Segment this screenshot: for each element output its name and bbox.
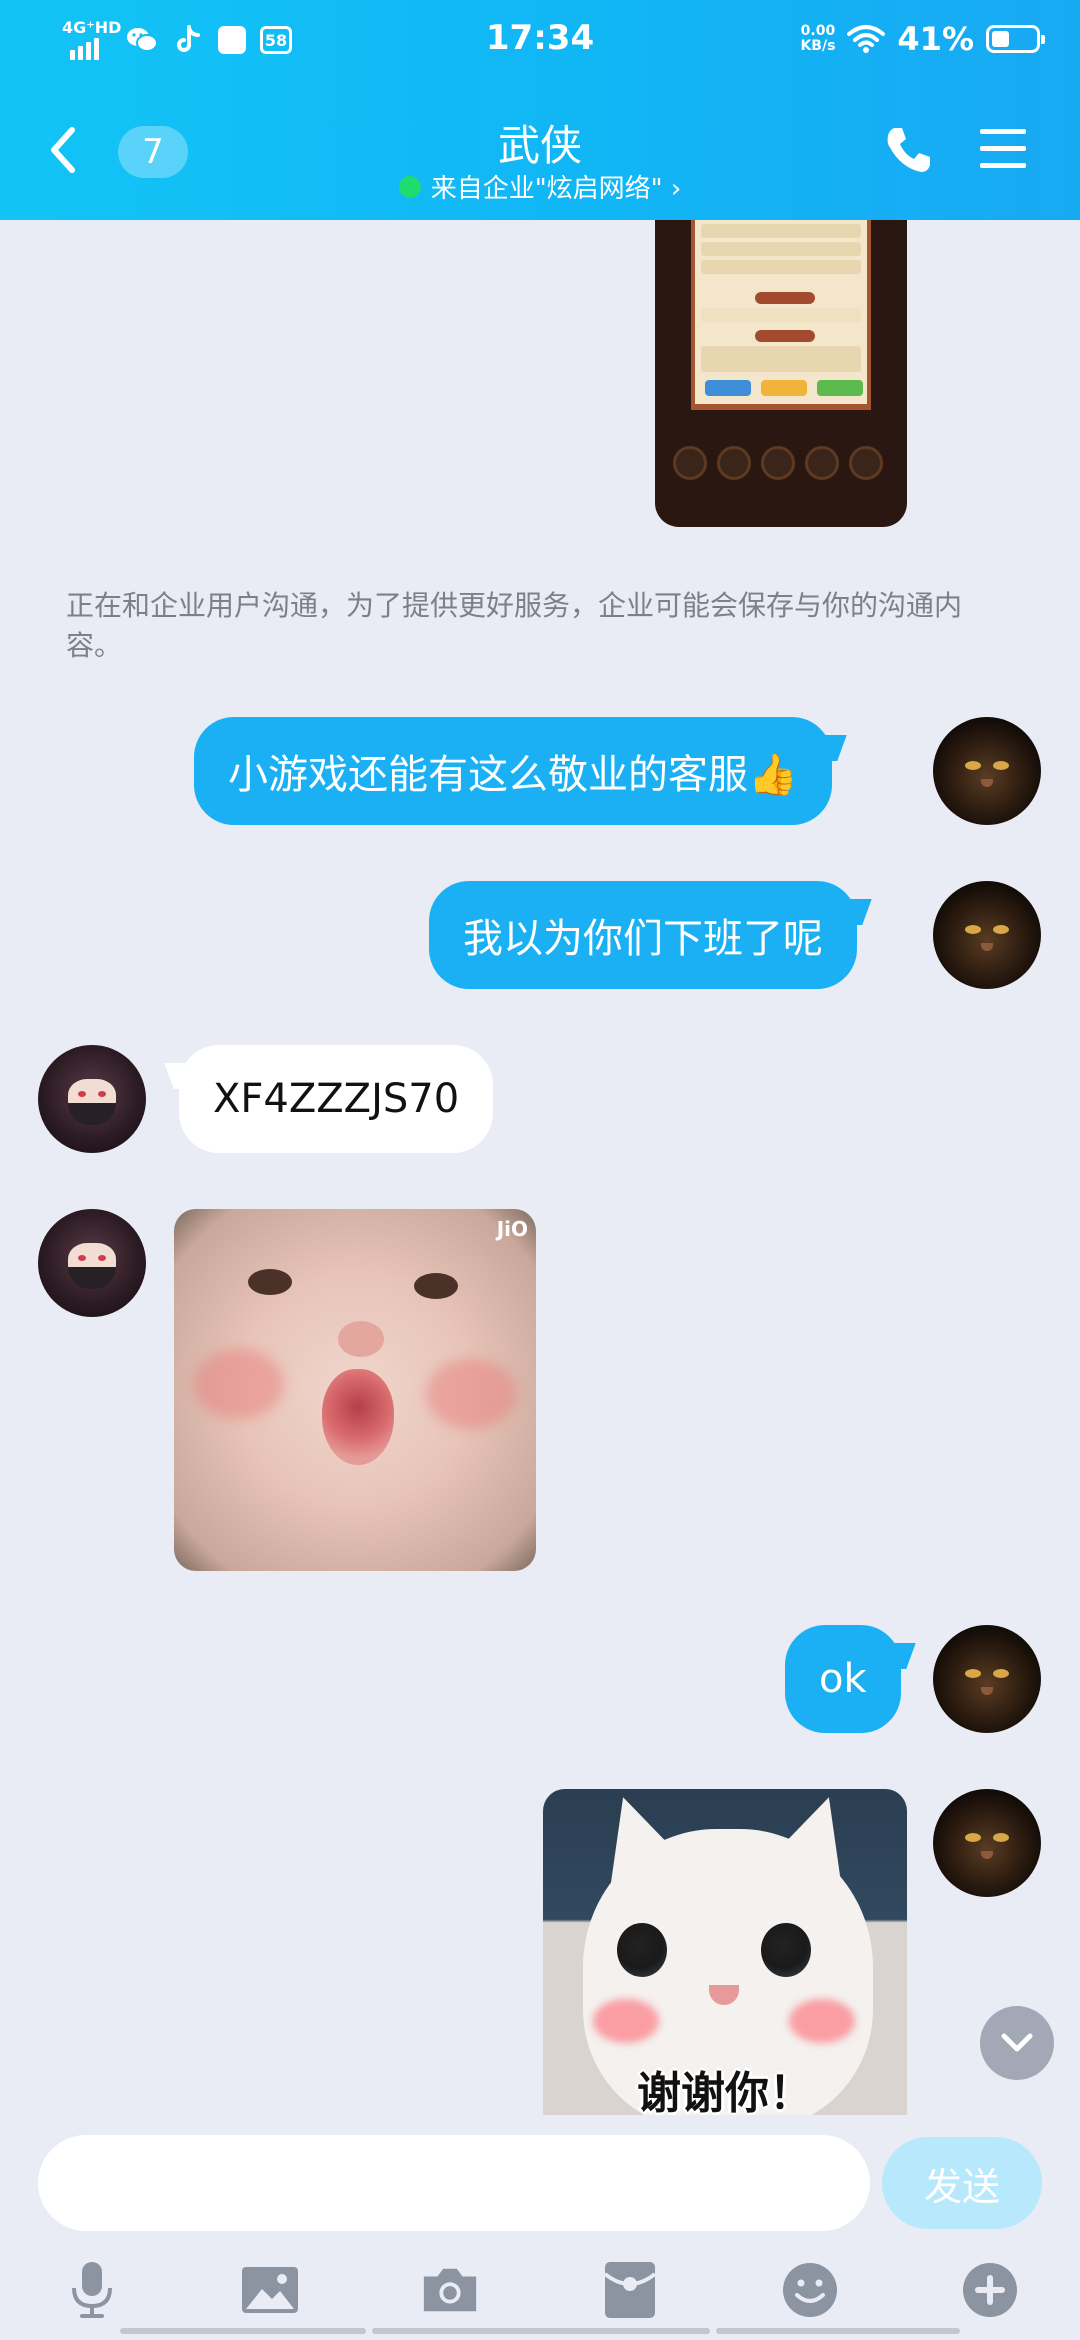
status-icons-right: 0.00 KB/s 41%: [800, 20, 1045, 58]
message-bubble-sent[interactable]: 我以为你们下班了呢: [429, 881, 857, 989]
input-bar: 发送: [0, 2115, 1080, 2340]
message-list[interactable]: 正在和企业用户沟通，为了提供更好服务，企业可能会保存与你的沟通内容。 小游戏还能…: [0, 220, 1080, 2115]
image-caption: 谢谢你！: [637, 2068, 813, 2115]
status-bar: 4G⁺HD 58 17:34 0.00 KB/s 41%: [0, 0, 1080, 84]
phone-icon[interactable]: [880, 122, 936, 178]
send-button[interactable]: 发送: [882, 2137, 1042, 2229]
plus-icon[interactable]: [960, 2260, 1020, 2320]
microphone-icon[interactable]: [62, 2260, 122, 2320]
thank-you-cat-image[interactable]: 谢谢你！: [543, 1789, 907, 2115]
battery-icon: [986, 25, 1045, 53]
my-avatar[interactable]: [933, 1625, 1041, 1733]
contact-avatar[interactable]: [38, 1209, 146, 1317]
image-watermark: JiO: [496, 1217, 528, 1241]
red-packet-icon[interactable]: [600, 2260, 660, 2320]
message-bubble-sent[interactable]: 小游戏还能有这么敬业的客服👍: [194, 717, 832, 825]
camera-icon[interactable]: [420, 2260, 480, 2320]
image-icon[interactable]: [240, 2260, 300, 2320]
enterprise-notice: 正在和企业用户沟通，为了提供更好服务，企业可能会保存与你的沟通内容。: [66, 589, 963, 662]
game-screenshot-image[interactable]: [655, 220, 907, 527]
my-avatar[interactable]: [933, 881, 1041, 989]
contact-avatar[interactable]: [38, 1045, 146, 1153]
wifi-icon: [847, 25, 886, 53]
tool-indicator: [372, 2328, 710, 2334]
baby-face-image[interactable]: JiO: [174, 1209, 536, 1571]
company-source-label[interactable]: 来自企业"炫启网络" ›: [431, 168, 682, 205]
battery-percent: 41%: [897, 20, 974, 58]
tool-indicator: [120, 2328, 366, 2334]
my-avatar[interactable]: [933, 1789, 1041, 1897]
nav-bar: 7 武侠 来自企业"炫启网络" ›: [0, 84, 1080, 220]
online-status-dot: [398, 175, 421, 198]
chevron-down-icon: [1001, 2033, 1033, 2052]
menu-icon[interactable]: [978, 126, 1028, 172]
emoji-icon[interactable]: [780, 2260, 840, 2320]
scroll-to-bottom-button[interactable]: [980, 2006, 1054, 2080]
tool-indicator: [716, 2328, 960, 2334]
net-speed: 0.00 KB/s: [800, 23, 836, 54]
my-avatar[interactable]: [933, 717, 1041, 825]
chat-header: 4G⁺HD 58 17:34 0.00 KB/s 41% 7 武侠 来自企业"炫…: [0, 0, 1080, 220]
message-input[interactable]: [38, 2135, 870, 2231]
message-bubble-sent[interactable]: ok: [785, 1625, 901, 1733]
message-bubble-received[interactable]: XF4ZZZJS70: [179, 1045, 494, 1153]
